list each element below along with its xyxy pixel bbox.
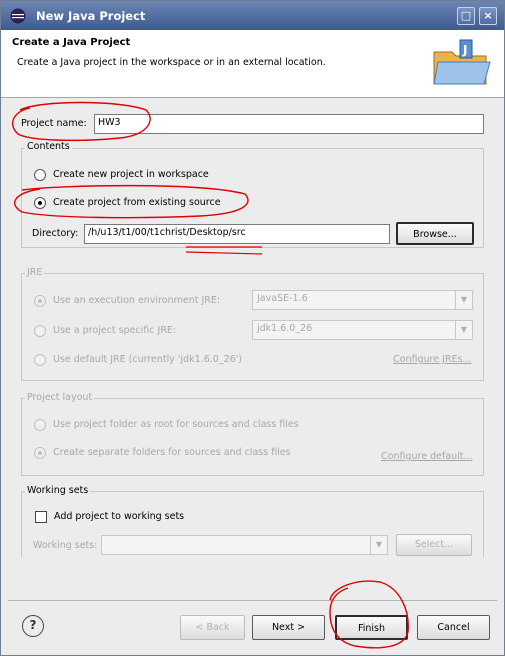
jre-env-label: Use an execution environment JRE: [53, 295, 221, 306]
configure-jres-link[interactable]: Configure JREs... [393, 354, 471, 365]
footer-separator [8, 600, 497, 601]
select-working-sets-button[interactable]: Select... [396, 534, 472, 556]
jre-specific-value: jdk1.6.0_26 [257, 323, 313, 334]
jre-default-radio[interactable] [34, 354, 46, 366]
page-title: Create a Java Project [12, 37, 131, 48]
new-project-label: Create new project in workspace [53, 169, 209, 180]
jre-env-radio[interactable] [34, 295, 46, 307]
project-layout-group [21, 398, 484, 476]
title-bar[interactable]: New Java Project □ × [1, 1, 504, 30]
window-title: New Java Project [36, 9, 146, 23]
existing-source-label: Create project from existing source [53, 197, 221, 208]
existing-source-radio[interactable] [34, 197, 46, 209]
browse-button[interactable]: Browse... [396, 222, 474, 245]
add-to-working-sets-label: Add project to working sets [54, 511, 185, 522]
svg-text:J: J [462, 43, 467, 57]
layout-separate-label: Create separate folders for sources and … [53, 447, 291, 458]
finish-button[interactable]: Finish [335, 615, 408, 640]
add-to-working-sets-checkbox[interactable] [35, 511, 47, 523]
working-sets-label: Working sets [25, 485, 91, 496]
page-description: Create a Java project in the workspace o… [17, 57, 326, 68]
new-project-radio[interactable] [34, 169, 46, 181]
project-name-input[interactable]: HW3 [94, 114, 484, 134]
working-sets-combo[interactable]: ▼ [101, 535, 388, 555]
chevron-down-icon: ▼ [455, 291, 472, 309]
jre-specific-label: Use a project specific JRE: [53, 325, 177, 336]
chevron-down-icon: ▼ [370, 536, 387, 554]
directory-label: Directory: [32, 228, 79, 239]
maximize-icon[interactable]: □ [457, 7, 475, 25]
project-layout-label: Project layout [25, 392, 95, 403]
working-sets-field-label: Working sets: [33, 540, 98, 551]
jre-env-value: JavaSE-1.6 [257, 293, 308, 304]
jre-default-label: Use default JRE (currently 'jdk1.6.0_26'… [53, 354, 243, 365]
cancel-button[interactable]: Cancel [417, 615, 490, 640]
jre-specific-radio[interactable] [34, 325, 46, 337]
jre-group-label: JRE [25, 267, 45, 278]
back-button[interactable]: < Back [180, 615, 245, 640]
help-icon[interactable]: ? [22, 615, 44, 637]
configure-default-link[interactable]: Configure default... [381, 451, 473, 462]
chevron-down-icon: ▼ [455, 321, 472, 339]
directory-input[interactable]: /h/u13/t1/00/t1christ/Desktop/src [84, 224, 390, 244]
jre-env-combo[interactable]: JavaSE-1.6 ▼ [252, 290, 473, 310]
eclipse-icon [10, 8, 26, 24]
layout-separate-radio[interactable] [34, 447, 46, 459]
contents-group-label: Contents [25, 141, 72, 152]
jre-specific-combo[interactable]: jdk1.6.0_26 ▼ [252, 320, 473, 340]
layout-root-radio[interactable] [34, 419, 46, 431]
project-name-label: Project name: [21, 118, 87, 129]
layout-root-label: Use project folder as root for sources a… [53, 419, 299, 430]
java-folder-icon: J [433, 39, 491, 85]
close-icon[interactable]: × [479, 7, 497, 25]
next-button[interactable]: Next > [252, 615, 325, 640]
